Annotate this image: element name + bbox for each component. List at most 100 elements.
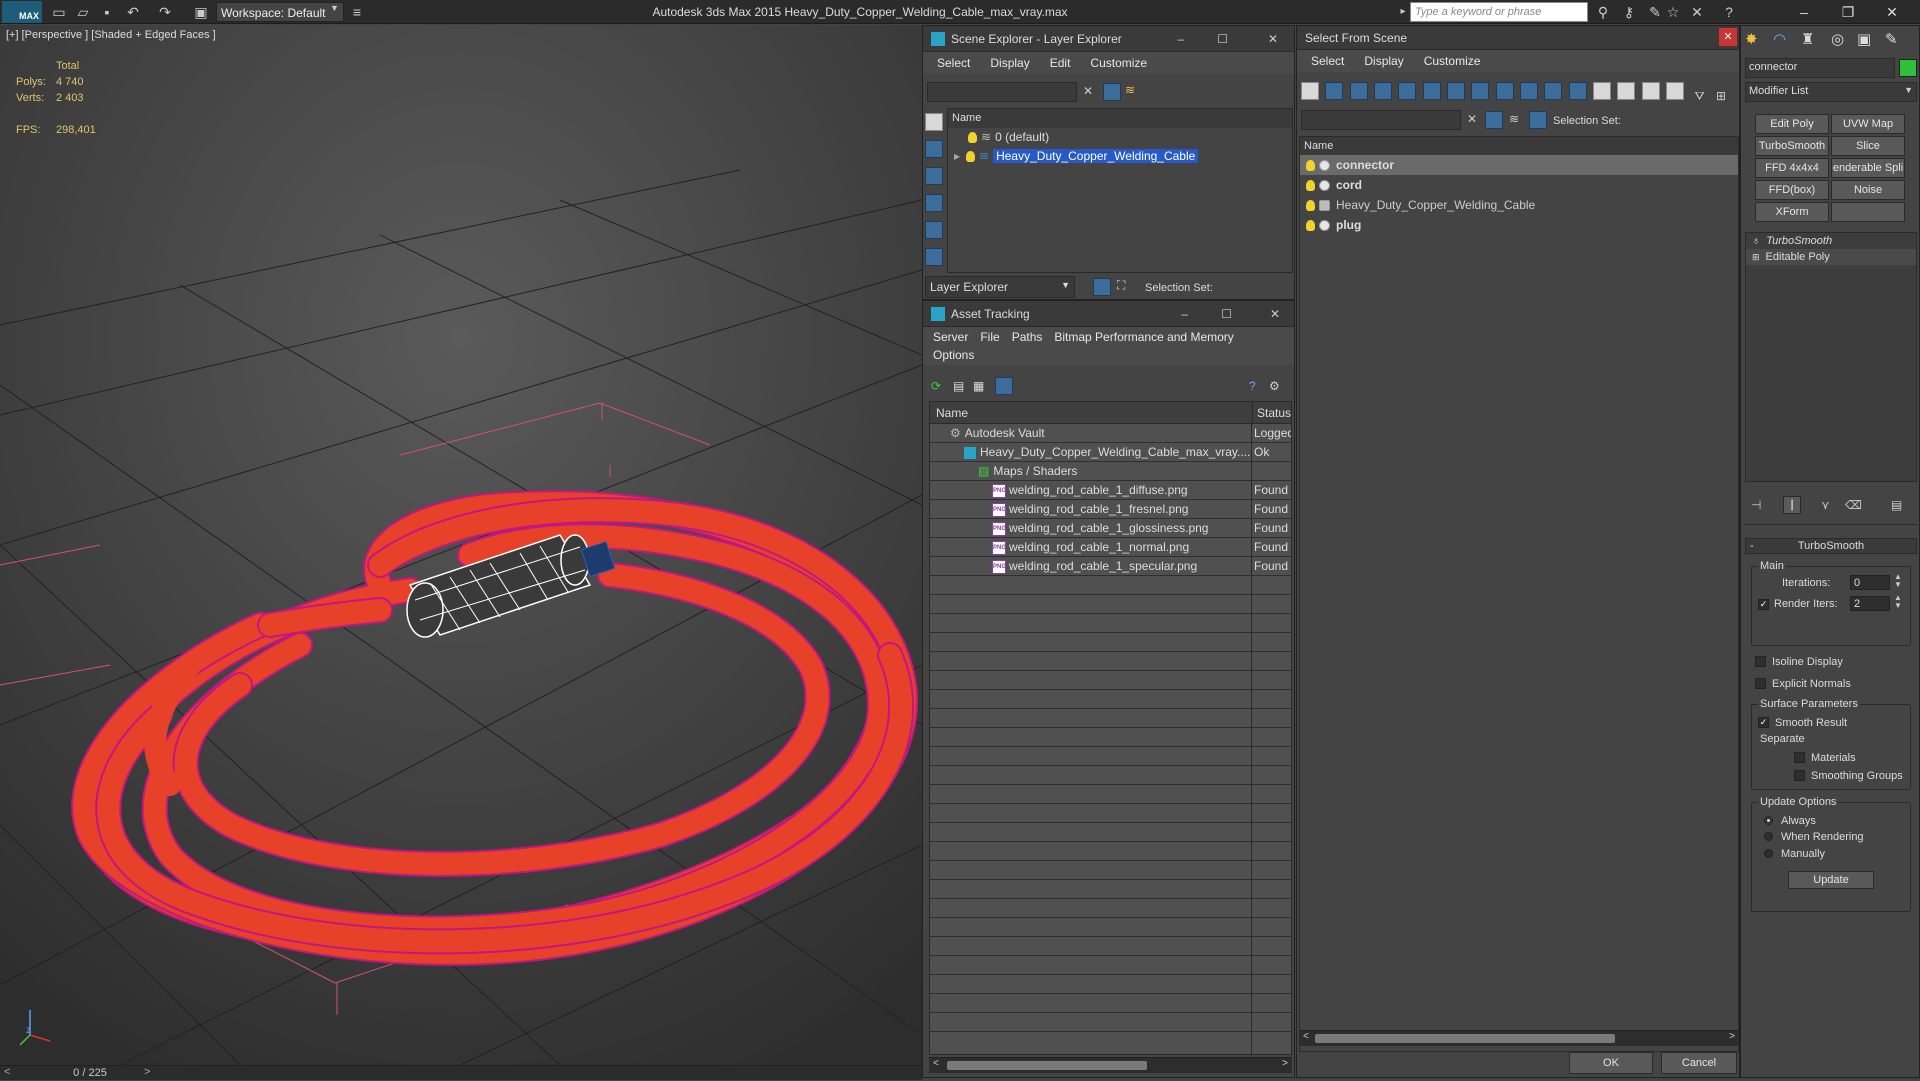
menu-bitmap-performance[interactable]: Bitmap Performance and Memory xyxy=(1048,327,1239,347)
filter-icon[interactable] xyxy=(1103,83,1121,101)
render-iters-input[interactable]: 2 xyxy=(1850,596,1890,611)
smoothing-groups-option[interactable]: Smoothing Groups xyxy=(1794,768,1903,782)
update-always-radio[interactable] xyxy=(1764,816,1773,826)
maximize-button[interactable]: ☐ xyxy=(1217,26,1228,52)
time-slider-bar[interactable]: < 0 / 225 > xyxy=(0,1065,922,1080)
modifier-set-button[interactable]: FFD(box) xyxy=(1755,180,1829,200)
perspective-viewport[interactable]: [+] [Perspective ] [Shaded + Edged Faces… xyxy=(0,25,922,1065)
render-iters-spinner[interactable]: ▲ ▼ xyxy=(1894,594,1902,610)
update-manually-radio[interactable] xyxy=(1764,849,1773,859)
minimize-button[interactable]: – xyxy=(1177,26,1184,52)
maximize-button[interactable]: ☐ xyxy=(1221,301,1232,327)
close-button[interactable]: ✕ xyxy=(1719,28,1737,46)
display-hidden-icon[interactable] xyxy=(1568,82,1587,100)
hierarchy-mode-icon[interactable]: ⛶ xyxy=(1117,278,1125,293)
smooth-result-option[interactable]: ✓ Smooth Result xyxy=(1758,715,1847,729)
frame-counter[interactable]: 0 / 225 xyxy=(30,1066,150,1081)
modifier-set-button[interactable]: Noise xyxy=(1831,180,1905,200)
clear-search-icon[interactable]: ✕ xyxy=(1083,84,1093,98)
update-button[interactable]: Update xyxy=(1788,871,1874,889)
render-iters-checkbox[interactable]: ✓ xyxy=(1758,599,1769,610)
menu-display[interactable]: Display xyxy=(980,52,1039,74)
menu-select[interactable]: Select xyxy=(1301,50,1354,72)
select-invert-icon[interactable] xyxy=(1666,82,1685,100)
materials-checkbox[interactable] xyxy=(1794,752,1805,764)
help-icon[interactable]: ? xyxy=(1249,379,1256,393)
display-xrefs-icon[interactable] xyxy=(1471,82,1490,100)
filter-icon[interactable]: ⛛ xyxy=(1695,89,1705,103)
close-button[interactable]: ✕ xyxy=(1270,301,1280,327)
ok-button[interactable]: OK xyxy=(1569,1052,1653,1074)
scene-search-input[interactable] xyxy=(927,82,1077,102)
object-search-input[interactable] xyxy=(1301,110,1461,130)
menu-customize[interactable]: Customize xyxy=(1080,52,1157,74)
redo-icon[interactable]: ↷ xyxy=(156,3,174,21)
configure-modifier-sets-icon[interactable]: ▤ xyxy=(1891,498,1902,512)
menu-paths[interactable]: Paths xyxy=(1006,327,1049,347)
make-unique-icon[interactable]: ⋎ xyxy=(1821,498,1830,512)
modifier-set-button[interactable]: XForm xyxy=(1755,202,1829,222)
update-manually-option[interactable]: Manually xyxy=(1764,846,1825,860)
display-groups-icon[interactable] xyxy=(1447,82,1466,100)
display-shapes-icon[interactable] xyxy=(925,140,943,158)
display-tab-icon[interactable]: ▣ xyxy=(1857,30,1871,48)
search-input[interactable]: Type a keyword or phrase xyxy=(1410,2,1588,22)
hierarchy-mode-icon[interactable] xyxy=(1529,111,1547,129)
modifier-set-button[interactable]: Edit Poly xyxy=(1755,114,1829,134)
menu-file[interactable]: File xyxy=(974,327,1005,347)
hierarchy-tab-icon[interactable]: ♜ xyxy=(1801,30,1814,48)
expand-icon[interactable]: ⊞ xyxy=(1752,252,1760,262)
workspace-dropdown[interactable]: Workspace: Default xyxy=(216,2,344,22)
minimize-button[interactable]: – xyxy=(1181,301,1188,327)
restore-button[interactable]: ❐ xyxy=(1834,2,1862,22)
object-row[interactable]: Heavy_Duty_Copper_Welding_Cable xyxy=(1300,195,1738,215)
remove-modifier-icon[interactable]: ⌫ xyxy=(1845,498,1862,512)
create-tab-icon[interactable]: ✸ xyxy=(1745,30,1758,48)
lightbulb-icon[interactable] xyxy=(1306,200,1315,212)
lightbulb-icon[interactable]: ♁ xyxy=(1752,235,1760,247)
update-always-option[interactable]: Always xyxy=(1764,813,1816,827)
iterations-input[interactable]: 0 xyxy=(1850,575,1890,590)
display-shapes-icon[interactable] xyxy=(1325,82,1344,100)
project-folder-icon[interactable]: ▣ xyxy=(192,3,210,21)
modifier-set-button[interactable] xyxy=(1831,202,1905,222)
menu-display[interactable]: Display xyxy=(1354,50,1413,72)
open-file-icon[interactable]: ▱ xyxy=(74,3,92,21)
chevron-right-icon[interactable]: > xyxy=(1729,1031,1735,1042)
utilities-tab-icon[interactable]: ✎ xyxy=(1885,30,1898,48)
object-horizontal-scrollbar[interactable]: < > xyxy=(1299,1030,1739,1046)
object-name-input[interactable]: connector xyxy=(1745,58,1895,78)
stack-item-editable-poly[interactable]: ⊞ Editable Poly xyxy=(1746,249,1916,265)
binoculars-icon[interactable]: ⚲ xyxy=(1594,3,1612,21)
display-frozen-icon[interactable] xyxy=(1544,82,1563,100)
col-header-status[interactable]: Status xyxy=(1252,402,1291,423)
modifier-list-dropdown[interactable]: Modifier List ▼ xyxy=(1745,82,1917,102)
explicit-normals-option[interactable]: Explicit Normals xyxy=(1755,676,1851,690)
isoline-checkbox[interactable] xyxy=(1755,656,1766,668)
modifier-set-button[interactable]: UVW Map xyxy=(1831,114,1905,134)
asset-row[interactable]: PNG welding_rod_cable_1_specular.png Found xyxy=(930,557,1291,576)
menu-server[interactable]: Server xyxy=(927,327,974,347)
filter-icon[interactable] xyxy=(1485,111,1503,129)
modify-tab-icon[interactable]: ◠ xyxy=(1773,30,1786,48)
lightbulb-icon[interactable] xyxy=(1306,160,1315,172)
chevron-left-icon[interactable]: < xyxy=(4,1066,10,1078)
display-spacewarps-icon[interactable] xyxy=(925,248,943,266)
asset-tracking-titlebar[interactable]: Asset Tracking – ☐ ✕ xyxy=(923,301,1294,327)
new-file-icon[interactable]: ▭ xyxy=(50,3,68,21)
chevron-left-icon[interactable]: < xyxy=(933,1058,939,1069)
motion-tab-icon[interactable]: ◎ xyxy=(1831,30,1844,48)
modifier-set-button[interactable]: enderable Spli xyxy=(1831,158,1905,178)
object-list-header[interactable]: Name xyxy=(1300,137,1738,155)
layer-mode-icon[interactable] xyxy=(1093,278,1111,296)
asset-row[interactable]: PNG welding_rod_cable_1_normal.png Found xyxy=(930,538,1291,557)
lightbulb-icon[interactable] xyxy=(968,132,977,144)
star-icon[interactable]: ☆ xyxy=(1664,3,1682,21)
turbosmooth-rollout-header[interactable]: - TurboSmooth xyxy=(1745,538,1917,554)
cancel-button[interactable]: Cancel xyxy=(1661,1052,1737,1074)
stack-item-turbosmooth[interactable]: ♁ TurboSmooth xyxy=(1746,233,1916,249)
menu-customize[interactable]: Customize xyxy=(1414,50,1491,72)
materials-option[interactable]: Materials xyxy=(1794,750,1856,764)
help-icon[interactable]: ? xyxy=(1720,3,1738,21)
close-button[interactable]: ✕ xyxy=(1878,2,1906,22)
